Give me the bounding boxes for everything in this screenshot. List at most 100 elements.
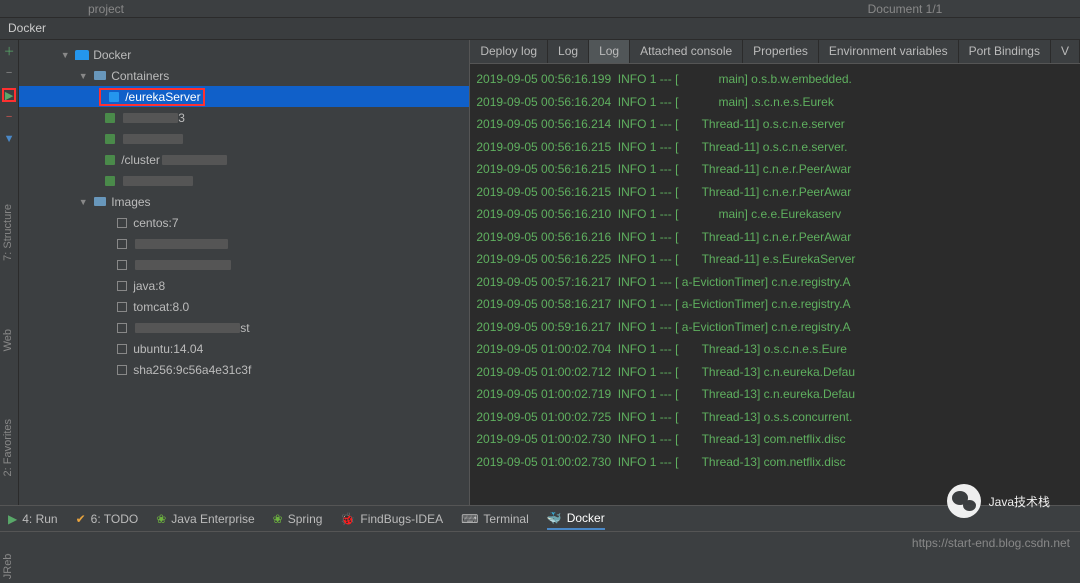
redacted-text [135, 323, 240, 333]
add-icon[interactable]: ＋ [2, 44, 16, 58]
image-name: sha256:9c56a4e31c3f [133, 363, 251, 377]
side-tab[interactable]: 7: Structure [0, 200, 20, 265]
image-item[interactable]: centos:7 [19, 212, 469, 233]
log-tab[interactable]: Log [548, 40, 589, 63]
image-name: st [240, 321, 249, 335]
log-tab[interactable]: Properties [743, 40, 819, 63]
redacted-text [123, 176, 193, 186]
bottom-tab-spring[interactable]: ❀Spring [273, 512, 323, 526]
container-item[interactable] [19, 128, 469, 149]
image-item[interactable]: ubuntu:14.04 [19, 338, 469, 359]
expand-icon[interactable]: ▼ [59, 50, 71, 60]
container-icon [103, 175, 117, 187]
containers-node[interactable]: ▼ Containers [19, 65, 469, 86]
expand-icon[interactable]: ▼ [77, 71, 89, 81]
bottom-tab--run[interactable]: ▶4: Run [8, 512, 58, 526]
tab-label: Docker [567, 511, 605, 525]
log-line: 2019-09-05 00:59:16.217 INFO 1 --- [ a-E… [476, 316, 1074, 339]
container-item[interactable]: 3 [19, 107, 469, 128]
image-icon [115, 322, 129, 334]
log-tab[interactable]: Attached console [630, 40, 743, 63]
log-line: 2019-09-05 00:57:16.217 INFO 1 --- [ a-E… [476, 271, 1074, 294]
side-tab[interactable]: 2: Favorites [0, 415, 20, 480]
bottom-tab-findbugs-idea[interactable]: 🐞FindBugs-IDEA [340, 512, 443, 526]
image-item[interactable] [19, 254, 469, 275]
container-icon [103, 133, 117, 145]
log-tab[interactable]: V [1051, 40, 1080, 63]
image-item[interactable] [19, 233, 469, 254]
log-tabs: Deploy logLogLogAttached consoleProperti… [470, 40, 1080, 64]
tab-label: 4: Run [22, 512, 57, 526]
image-item[interactable]: sha256:9c56a4e31c3f [19, 359, 469, 380]
log-tab[interactable]: Port Bindings [959, 40, 1051, 63]
log-line: 2019-09-05 00:56:16.199 INFO 1 --- [ mai… [476, 68, 1074, 91]
side-tab[interactable]: Web [0, 325, 20, 355]
status-bar: https://start-end.blog.csdn.net [0, 531, 1080, 553]
container-name: 3 [178, 111, 185, 125]
panel-title: Docker [0, 18, 1080, 40]
log-output[interactable]: 2019-09-05 00:56:16.199 INFO 1 --- [ mai… [470, 64, 1080, 515]
log-line: 2019-09-05 00:58:16.217 INFO 1 --- [ a-E… [476, 293, 1074, 316]
tab-label: Java Enterprise [171, 512, 254, 526]
filter-icon[interactable]: ▼ [2, 132, 16, 146]
status-url: https://start-end.blog.csdn.net [912, 536, 1070, 550]
image-item[interactable]: java:8 [19, 275, 469, 296]
log-line: 2019-09-05 00:56:16.225 INFO 1 --- [ Thr… [476, 248, 1074, 271]
log-line: 2019-09-05 00:56:16.215 INFO 1 --- [ Thr… [476, 136, 1074, 159]
image-item[interactable]: st [19, 317, 469, 338]
redacted-text [123, 113, 178, 123]
project-label: project [8, 2, 288, 16]
dock-icon: 🐳 [547, 511, 562, 525]
spring-icon: ❀ [156, 512, 166, 526]
redacted-text [123, 134, 183, 144]
log-line: 2019-09-05 00:56:16.204 INFO 1 --- [ mai… [476, 91, 1074, 114]
image-icon [115, 364, 129, 376]
log-tab[interactable]: Log [589, 40, 630, 63]
container-item[interactable] [19, 170, 469, 191]
log-panel: Deploy logLogLogAttached consoleProperti… [469, 40, 1080, 515]
term-icon: ⌨ [461, 512, 478, 526]
log-line: 2019-09-05 01:00:02.730 INFO 1 --- [ Thr… [476, 428, 1074, 451]
container-item[interactable]: /eurekaServer [19, 86, 469, 107]
log-tab[interactable]: Deploy log [470, 40, 548, 63]
image-icon [115, 280, 129, 292]
log-line: 2019-09-05 01:00:02.719 INFO 1 --- [ Thr… [476, 383, 1074, 406]
log-line: 2019-09-05 00:56:16.215 INFO 1 --- [ Thr… [476, 181, 1074, 204]
image-icon [115, 343, 129, 355]
log-line: 2019-09-05 00:56:16.216 INFO 1 --- [ Thr… [476, 226, 1074, 249]
image-item[interactable]: tomcat:8.0 [19, 296, 469, 317]
fbug-icon: 🐞 [340, 512, 355, 526]
tree-label: Containers [111, 69, 169, 83]
container-name: /cluster [121, 153, 160, 167]
folder-icon [93, 196, 107, 208]
docker-icon [75, 49, 89, 61]
spring-icon: ❀ [273, 512, 283, 526]
bug-icon: ✔ [76, 512, 86, 526]
redacted-text [135, 260, 231, 270]
bottom-tab-terminal[interactable]: ⌨Terminal [461, 512, 529, 526]
image-name: tomcat:8.0 [133, 300, 189, 314]
bottom-tab--todo[interactable]: ✔6: TODO [76, 512, 139, 526]
images-node[interactable]: ▼ Images [19, 191, 469, 212]
document-indicator: Document 1/1 [288, 2, 1072, 16]
tree-root[interactable]: ▼ Docker [19, 44, 469, 65]
log-line: 2019-09-05 01:00:02.712 INFO 1 --- [ Thr… [476, 361, 1074, 384]
image-icon [115, 259, 129, 271]
bottom-tab-docker[interactable]: 🐳 Docker [547, 511, 605, 530]
tree-label: Images [111, 195, 150, 209]
log-line: 2019-09-05 00:56:16.210 INFO 1 --- [ mai… [476, 203, 1074, 226]
log-line: 2019-09-05 00:56:16.214 INFO 1 --- [ Thr… [476, 113, 1074, 136]
expand-icon[interactable]: ▼ [77, 197, 89, 207]
run-icon[interactable]: ▶ [2, 88, 16, 102]
remove-icon[interactable]: − [2, 66, 16, 80]
log-tab[interactable]: Environment variables [819, 40, 959, 63]
redacted-text [135, 239, 228, 249]
log-line: 2019-09-05 01:00:02.704 INFO 1 --- [ Thr… [476, 338, 1074, 361]
image-icon [115, 301, 129, 313]
folder-icon [93, 70, 107, 82]
bottom-tab-java-enterprise[interactable]: ❀ Java Enterprise [156, 512, 254, 526]
container-item[interactable]: /cluster [19, 149, 469, 170]
image-name: java:8 [133, 279, 165, 293]
image-icon [115, 217, 129, 229]
stop-icon[interactable]: − [2, 110, 16, 124]
